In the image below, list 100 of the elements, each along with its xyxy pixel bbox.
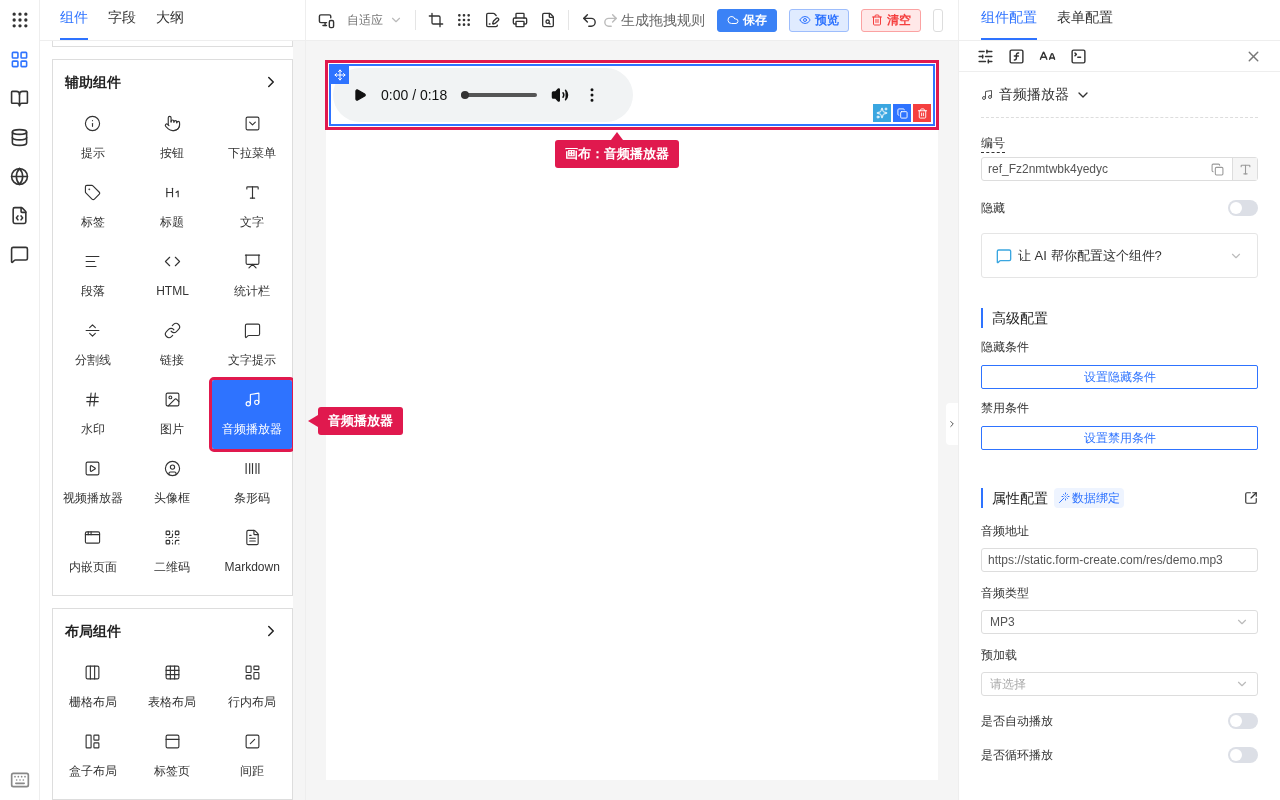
code-icon[interactable] [10,206,29,225]
panel-tab[interactable]: 字段 [108,7,136,40]
volume-icon[interactable] [551,86,570,104]
field-label: 禁用条件 [981,400,1029,417]
audio-player[interactable]: 0:00 / 0:18 [333,68,633,122]
toolbar-button[interactable]: 保存 [717,8,777,32]
condition-button[interactable]: 设置隐藏条件 [981,365,1258,389]
data-binding-tag[interactable]: 数据绑定 [1054,488,1124,508]
document-search-icon[interactable] [540,12,556,28]
field-label: 音频地址 [981,523,1029,540]
panel-tab[interactable]: 大纲 [156,7,184,40]
component-item[interactable]: 图片 [132,380,213,449]
component-item[interactable]: 二维码 [132,518,213,587]
edit-icon[interactable] [1244,491,1258,505]
generate-rule-button[interactable]: 生成拖拽规则 [602,9,705,31]
image-icon [164,391,181,408]
condition-button[interactable]: 设置禁用条件 [981,426,1258,450]
pointer-icon [164,115,181,132]
keyboard-icon[interactable] [9,770,30,790]
device-select[interactable]: 自适应 [347,11,403,29]
component-item[interactable]: 下拉菜单 [212,104,292,173]
component-item[interactable]: 间距 [212,722,292,791]
text-field[interactable]: https://static.form-create.com/res/demo.mp3 [981,548,1258,572]
component-item[interactable]: 分割线 [53,311,133,380]
device-icon[interactable] [318,11,335,29]
panel-tab[interactable]: 组件配置 [981,7,1037,40]
component-item[interactable]: 链接 [132,311,213,380]
component-item[interactable]: 头像框 [132,449,213,518]
group-title: 辅助组件 [65,72,121,92]
terminal-icon[interactable] [1070,47,1087,65]
slash-square-icon [243,733,261,750]
sparkles-icon [876,107,888,119]
component-item[interactable]: 统计栏 [212,242,292,311]
panel-icon [164,733,181,750]
move-handle[interactable] [331,66,349,84]
components-icon[interactable] [10,50,29,69]
text-format-icon[interactable] [1238,162,1252,176]
columns-icon [84,664,102,681]
video-icon [84,460,102,477]
time-display: 0:00 / 0:18 [381,85,448,105]
component-item[interactable]: HTML [132,242,213,311]
component-item[interactable]: 栅格布局 [53,653,133,722]
component-item[interactable]: 标题 [132,173,213,242]
crop-icon[interactable] [428,12,444,28]
globe-icon[interactable] [10,167,29,186]
edit-document-icon[interactable] [484,12,500,28]
document-icon [243,529,261,546]
component-item[interactable]: 条形码 [212,449,292,518]
grid-dots-icon[interactable] [456,12,472,28]
component-item[interactable]: Markdown [212,518,292,587]
book-icon[interactable] [10,89,29,108]
component-item[interactable]: 提示 [53,104,133,173]
component-item[interactable]: 文字 [212,173,292,242]
database-icon[interactable] [10,128,29,147]
component-item[interactable]: 盒子布局 [53,722,133,791]
function-icon[interactable] [1008,47,1025,65]
field-label: 预加载 [981,647,1017,664]
field-label: 是否循环播放 [981,747,1053,764]
ai-assist-panel[interactable]: 让 AI 帮你配置这个组件? [981,233,1258,278]
delete-action-button[interactable] [913,104,931,122]
info-icon [84,115,102,132]
message-icon [243,322,261,339]
collapse-handle[interactable] [946,403,958,445]
cloud-icon [727,14,739,26]
component-item[interactable]: 表格布局 [132,653,213,722]
music-icon [243,391,261,408]
qr-code-icon [164,529,181,546]
ai-chat-icon[interactable] [10,245,29,264]
component-type-select[interactable]: 音频播放器 [981,84,1258,118]
component-item[interactable]: 文字提示 [212,311,292,380]
move-icon [334,69,346,81]
section-title: 属性配置 [992,488,1048,508]
ai-chat-icon [996,247,1012,264]
field-label: 隐藏 [981,200,1005,217]
select-field[interactable]: MP3 [981,610,1258,634]
printer-icon[interactable] [512,12,528,28]
paragraph-icon [84,253,102,270]
component-item[interactable]: 视频播放器 [53,449,133,518]
component-item[interactable]: 音频播放器 [212,380,292,449]
field-label: 是否自动播放 [981,713,1053,730]
component-item[interactable]: 按钮 [132,104,213,173]
copy-action-button[interactable] [893,104,911,122]
component-item[interactable]: 标签页 [132,722,213,791]
component-item[interactable]: 标签 [53,173,133,242]
undo-icon[interactable] [581,11,598,29]
toggle-switch[interactable] [1228,747,1258,763]
component-item[interactable]: 内嵌页面 [53,518,133,587]
toggle-switch[interactable] [1228,200,1258,216]
component-item[interactable]: 行内布局 [212,653,292,722]
toggle-switch[interactable] [1228,713,1258,729]
progress-thumb[interactable] [461,91,470,99]
sliders-icon[interactable] [977,47,994,65]
id-field[interactable]: ref_Fz2nmtwbk4yedyc [981,157,1258,181]
tag-icon [84,184,102,201]
panel-tab[interactable]: 表单配置 [1057,7,1113,40]
play-icon[interactable] [353,88,367,102]
component-item[interactable]: 水印 [53,380,133,449]
toolbar-button[interactable]: 预览 [789,8,849,32]
copy-icon[interactable] [1211,162,1224,176]
component-item[interactable]: 段落 [53,242,133,311]
